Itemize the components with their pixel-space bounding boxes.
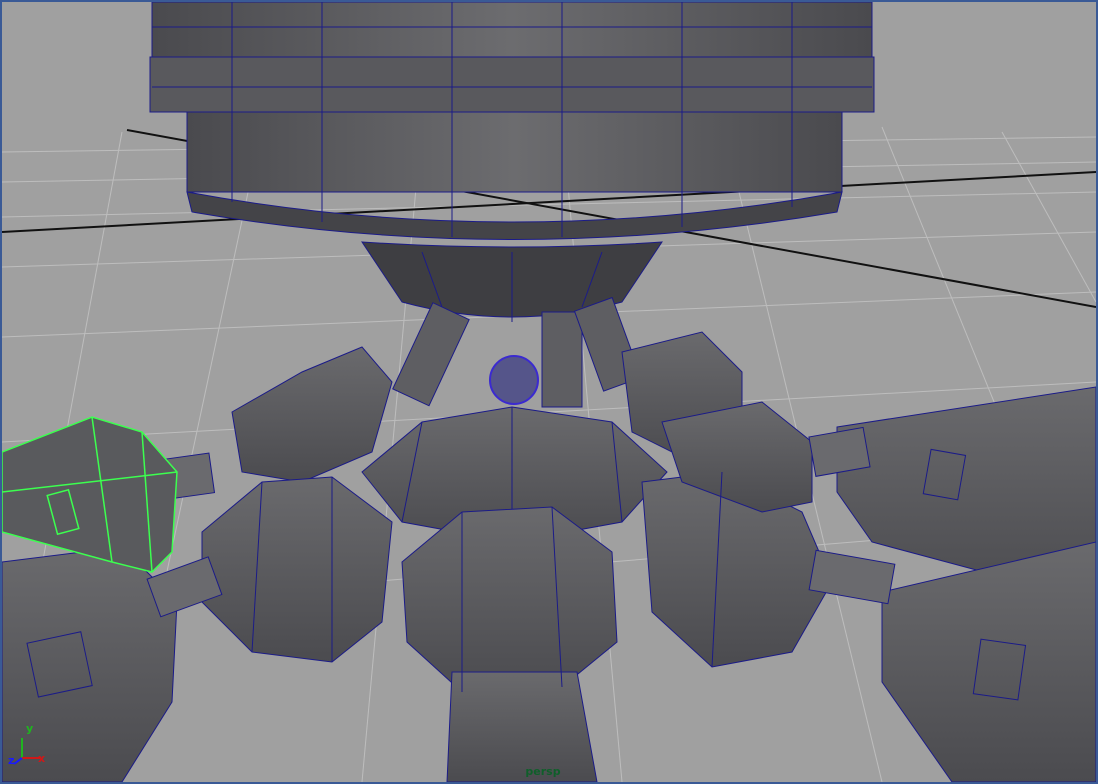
camera-name-label: persp bbox=[2, 765, 1096, 778]
scene-canvas[interactable] bbox=[2, 2, 1096, 782]
upper-tank-mesh bbox=[149, 2, 875, 322]
camera-name: persp bbox=[525, 765, 561, 778]
center-sphere bbox=[489, 355, 539, 405]
axis-y-label: y bbox=[26, 722, 34, 735]
perspective-viewport[interactable]: y x z persp bbox=[0, 0, 1098, 784]
axis-x-label: x bbox=[38, 752, 46, 765]
